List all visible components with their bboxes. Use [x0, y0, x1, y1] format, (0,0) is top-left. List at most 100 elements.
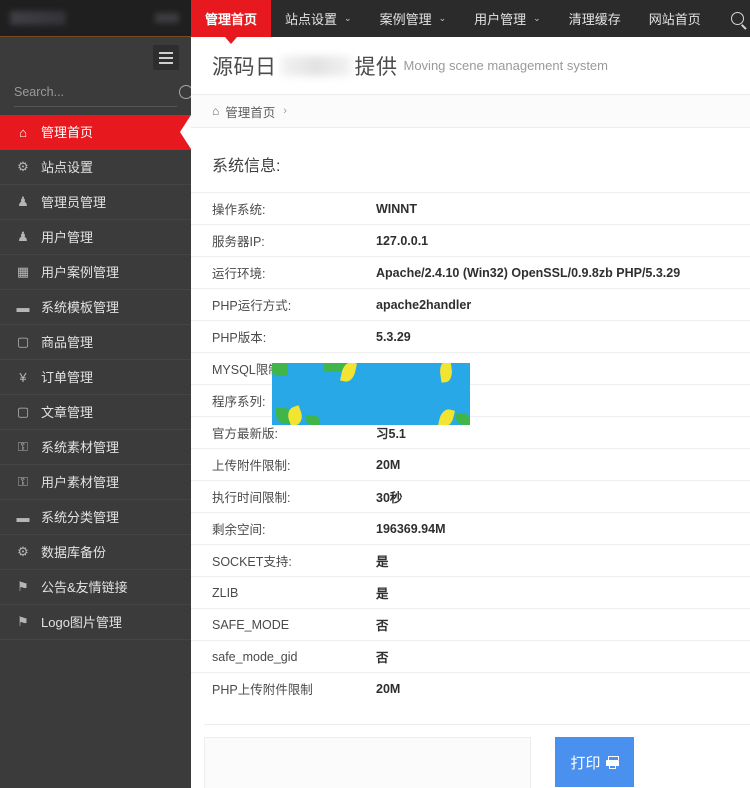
- sidebar-brand-bar: [0, 0, 191, 37]
- hamburger-icon[interactable]: [153, 45, 179, 70]
- topnav-item-label: 清理缓存: [569, 9, 621, 28]
- sidebar-item-label: 管理员管理: [41, 196, 106, 209]
- info-value: 20M: [374, 449, 750, 481]
- table-row: safe_mode_gid否: [191, 641, 750, 673]
- lock-icon: ⚿: [14, 474, 32, 490]
- breadcrumb-separator: ›: [283, 105, 287, 117]
- sidebar-item-label: 管理首页: [41, 126, 93, 139]
- sidebar-item-label: 站点设置: [41, 161, 93, 174]
- info-value: WINNT: [374, 193, 750, 225]
- printer-icon: [606, 756, 619, 768]
- sidebar-item-label: 文章管理: [41, 406, 93, 419]
- sidebar-item-7[interactable]: ¥ 订单管理: [0, 360, 191, 395]
- chevron-down-icon: ⌄: [533, 13, 541, 24]
- topnav-item-5[interactable]: 网站首页: [635, 0, 715, 37]
- chevron-down-icon: ⌄: [439, 13, 447, 24]
- info-value: 否: [374, 609, 750, 641]
- leaf-shape: [438, 408, 455, 425]
- sidebar-item-1[interactable]: ⚙ 站点设置: [0, 150, 191, 185]
- bookmark-icon: ⚑: [14, 579, 32, 595]
- table-row: 运行环境:Apache/2.4.10 (Win32) OpenSSL/0.9.8…: [191, 257, 750, 289]
- table-row: 服务器IP:127.0.0.1: [191, 225, 750, 257]
- sidebar-item-4[interactable]: ▦ 用户案例管理: [0, 255, 191, 290]
- overlay-banner-image: [272, 363, 470, 425]
- system-info-table: 操作系统:WINNT服务器IP:127.0.0.1运行环境:Apache/2.4…: [191, 192, 750, 705]
- sidebar-search[interactable]: [14, 77, 177, 107]
- table-row: PHP运行方式:apache2handler: [191, 289, 750, 321]
- box-icon: ▢: [14, 404, 32, 420]
- table-row: 操作系统:WINNT: [191, 193, 750, 225]
- topnav-item-label: 网站首页: [649, 9, 701, 28]
- info-key: PHP上传附件限制: [191, 673, 374, 705]
- gears-icon: ⚙: [14, 544, 32, 560]
- footer-divider: [204, 724, 750, 725]
- sidebar-item-label: 数据库备份: [41, 546, 106, 559]
- topnav-item-0[interactable]: 管理首页: [191, 0, 271, 37]
- page-title-text: 源码日: [212, 51, 277, 81]
- grid-icon: ▦: [14, 264, 32, 280]
- table-row: ZLIB是: [191, 577, 750, 609]
- main-content: 管理首页站点设置⌄案例管理⌄用户管理⌄清理缓存网站首页 源码日 提供 Movin…: [191, 0, 750, 788]
- sidebar-item-label: 公告&友情链接: [41, 581, 128, 594]
- sidebar-item-3[interactable]: ♟用户管理: [0, 220, 191, 255]
- hamburger-bar: [159, 57, 173, 59]
- sidebar-item-6[interactable]: ▢ 商品管理: [0, 325, 191, 360]
- hamburger-bar: [159, 62, 173, 64]
- table-row: 执行时间限制:30秒: [191, 481, 750, 513]
- search-icon: [731, 12, 744, 25]
- info-value: apache2handler: [374, 289, 750, 321]
- sidebar-item-13[interactable]: ⚑ 公告&友情链接: [0, 570, 191, 605]
- yen-icon: ¥: [14, 369, 32, 385]
- breadcrumb-current[interactable]: 管理首页: [225, 102, 275, 121]
- print-button[interactable]: 打印: [555, 737, 634, 787]
- sidebar-item-2[interactable]: ♟管理员管理: [0, 185, 191, 220]
- sidebar-item-11[interactable]: ▬系统分类管理: [0, 500, 191, 535]
- topnav-item-3[interactable]: 用户管理⌄: [460, 0, 555, 37]
- leaf-shape: [439, 363, 454, 383]
- admin-dashboard: ⌂管理首页 ⚙ 站点设置 ♟管理员管理♟用户管理 ▦ 用户案例管理 ▬ 系统模板管理 ▢ 商品管理…: [0, 0, 750, 788]
- box-icon: ▢: [14, 334, 32, 350]
- sidebar-item-14[interactable]: ⚑Logo图片管理: [0, 605, 191, 640]
- table-row: PHP版本:5.3.29: [191, 321, 750, 353]
- info-value: Apache/2.4.10 (Win32) OpenSSL/0.9.8zb PH…: [374, 257, 750, 289]
- topnav-item-label: 站点设置: [285, 9, 337, 28]
- info-key: safe_mode_gid: [191, 641, 374, 673]
- info-key: ZLIB: [191, 577, 374, 609]
- gears-icon: ⚙: [14, 159, 32, 175]
- sidebar-item-label: 系统素材管理: [41, 441, 119, 454]
- sidebar-item-label: 系统模板管理: [41, 301, 119, 314]
- sidebar-item-label: 用户素材管理: [41, 476, 119, 489]
- footer-actions: 打印: [191, 737, 750, 788]
- page-title: 源码日 提供 Moving scene management system: [191, 37, 750, 94]
- chevron-down-icon: ⌄: [344, 13, 352, 24]
- hamburger-bar: [159, 52, 173, 54]
- search-icon[interactable]: [179, 85, 191, 99]
- info-key: PHP运行方式:: [191, 289, 374, 321]
- breadcrumb: ⌂ 管理首页 ›: [191, 94, 750, 128]
- lock-icon: ⚿: [14, 439, 32, 455]
- info-value: 5.3.29: [374, 321, 750, 353]
- sidebar-item-9[interactable]: ⚿ 系统素材管理: [0, 430, 191, 465]
- sidebar-item-label: 商品管理: [41, 336, 93, 349]
- bookmark-icon: ⚑: [14, 614, 32, 630]
- search-input[interactable]: [14, 85, 175, 99]
- briefcase-icon: ▬: [14, 299, 32, 315]
- sidebar-item-5[interactable]: ▬ 系统模板管理: [0, 290, 191, 325]
- sidebar-item-10[interactable]: ⚿ 用户素材管理: [0, 465, 191, 500]
- topnav-item-1[interactable]: 站点设置 ⌄: [271, 0, 366, 37]
- sidebar-item-8[interactable]: ▢ 文章管理: [0, 395, 191, 430]
- page-title-suffix: 提供: [355, 51, 398, 81]
- page-subtitle: Moving scene management system: [404, 58, 608, 73]
- sidebar-item-12[interactable]: ⚙ 数据库备份: [0, 535, 191, 570]
- info-key: SOCKET支持:: [191, 545, 374, 577]
- topnav-search-button[interactable]: [715, 0, 750, 37]
- info-key: 运行环境:: [191, 257, 374, 289]
- topnav-item-4[interactable]: 清理缓存: [555, 0, 635, 37]
- topnav-item-2[interactable]: 案例管理⌄: [366, 0, 461, 37]
- sidebar-item-0[interactable]: ⌂管理首页: [0, 115, 191, 150]
- info-key: 执行时间限制:: [191, 481, 374, 513]
- info-value: 否: [374, 641, 750, 673]
- table-row: SAFE_MODE否: [191, 609, 750, 641]
- sidebar-item-label: 订单管理: [41, 371, 93, 384]
- sidebar-item-label: 用户案例管理: [41, 266, 119, 279]
